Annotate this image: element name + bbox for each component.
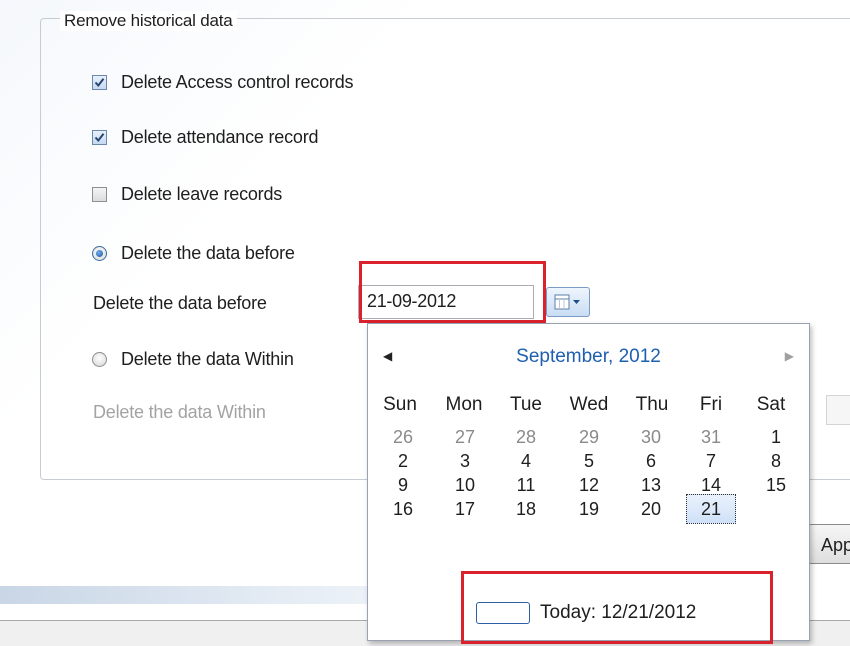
day-cell[interactable]: 27 bbox=[440, 426, 490, 448]
delete-attendance-option[interactable]: Delete attendance record bbox=[92, 127, 319, 148]
day-cell[interactable]: 11 bbox=[501, 474, 551, 496]
day-cell[interactable]: 3 bbox=[440, 450, 490, 472]
day-cell[interactable]: 14 bbox=[686, 474, 736, 496]
month-label[interactable]: September, 2012 bbox=[368, 346, 809, 368]
weekday-fri: Fri bbox=[699, 394, 723, 415]
calendar-dropdown-button[interactable] bbox=[546, 287, 590, 317]
checkmark-icon bbox=[94, 133, 105, 143]
day-cell[interactable]: 29 bbox=[564, 426, 614, 448]
day-cell[interactable]: 2 bbox=[378, 450, 428, 472]
delete-access-option[interactable]: Delete Access control records bbox=[92, 72, 354, 93]
day-cell[interactable]: 18 bbox=[501, 498, 551, 520]
chevron-down-icon bbox=[573, 300, 580, 304]
delete-leave-option[interactable]: Delete leave records bbox=[92, 184, 282, 205]
day-cell[interactable]: 4 bbox=[501, 450, 551, 472]
delete-within-option[interactable]: Delete the data Within bbox=[92, 349, 294, 370]
weekday-mon: Mon bbox=[445, 394, 483, 415]
day-cell[interactable]: 26 bbox=[378, 426, 428, 448]
day-cell[interactable]: 20 bbox=[626, 498, 676, 520]
day-cell[interactable]: 8 bbox=[751, 450, 801, 472]
calendar-icon bbox=[554, 294, 580, 310]
day-cell[interactable]: 6 bbox=[626, 450, 676, 472]
day-cell[interactable]: 31 bbox=[686, 426, 736, 448]
within-calendar-button[interactable] bbox=[826, 395, 850, 425]
delete-leave-checkbox[interactable] bbox=[92, 187, 107, 202]
delete-access-label: Delete Access control records bbox=[121, 72, 354, 92]
weekday-sun: Sun bbox=[383, 394, 417, 415]
delete-access-checkbox[interactable] bbox=[92, 75, 107, 90]
delete-before-option[interactable]: Delete the data before bbox=[92, 243, 295, 264]
delete-within-radio-label: Delete the data Within bbox=[121, 349, 294, 369]
checkmark-icon bbox=[94, 78, 105, 88]
radio-selected-dot bbox=[96, 250, 103, 257]
day-cell[interactable]: 7 bbox=[686, 450, 736, 472]
weekday-sat: Sat bbox=[756, 394, 786, 415]
day-cell[interactable]: 16 bbox=[378, 498, 428, 520]
delete-attendance-checkbox[interactable] bbox=[92, 130, 107, 145]
selected-day-cell[interactable]: 21 bbox=[686, 494, 736, 524]
calendar-header: ◀ September, 2012 ▶ bbox=[368, 342, 809, 372]
day-cell[interactable]: 5 bbox=[564, 450, 614, 472]
before-field-label: Delete the data before bbox=[93, 293, 267, 313]
delete-attendance-label: Delete attendance record bbox=[121, 127, 319, 147]
day-cell[interactable]: 9 bbox=[378, 474, 428, 496]
next-month-button[interactable]: ▶ bbox=[785, 349, 794, 363]
today-link[interactable]: Today: 12/21/2012 bbox=[476, 602, 696, 624]
apply-button[interactable]: Apply bbox=[808, 524, 850, 564]
day-cell[interactable]: 13 bbox=[626, 474, 676, 496]
day-cell[interactable]: 17 bbox=[440, 498, 490, 520]
delete-leave-label: Delete leave records bbox=[121, 184, 283, 204]
day-cell[interactable]: 10 bbox=[440, 474, 490, 496]
day-cell[interactable]: 12 bbox=[564, 474, 614, 496]
weekday-tue: Tue bbox=[509, 394, 543, 415]
day-cell[interactable]: 28 bbox=[501, 426, 551, 448]
before-date-input[interactable]: 21-09-2012 bbox=[358, 285, 534, 319]
delete-before-radio-label: Delete the data before bbox=[121, 243, 295, 263]
within-field-label: Delete the data Within bbox=[93, 402, 266, 422]
delete-before-radio[interactable] bbox=[92, 246, 107, 261]
day-cell[interactable]: 30 bbox=[626, 426, 676, 448]
day-cell[interactable]: 15 bbox=[751, 474, 801, 496]
delete-within-radio[interactable] bbox=[92, 352, 107, 367]
weekday-wed: Wed bbox=[569, 394, 609, 415]
day-cell[interactable]: 19 bbox=[564, 498, 614, 520]
weekday-thu: Thu bbox=[635, 394, 669, 415]
today-swatch bbox=[476, 602, 530, 624]
groupbox-title: Remove historical data bbox=[60, 11, 237, 31]
today-label: Today: 12/21/2012 bbox=[540, 602, 697, 623]
calendar-popup: ◀ September, 2012 ▶ Sun Mon Tue Wed Thu … bbox=[367, 323, 810, 641]
day-cell[interactable]: 1 bbox=[751, 426, 801, 448]
